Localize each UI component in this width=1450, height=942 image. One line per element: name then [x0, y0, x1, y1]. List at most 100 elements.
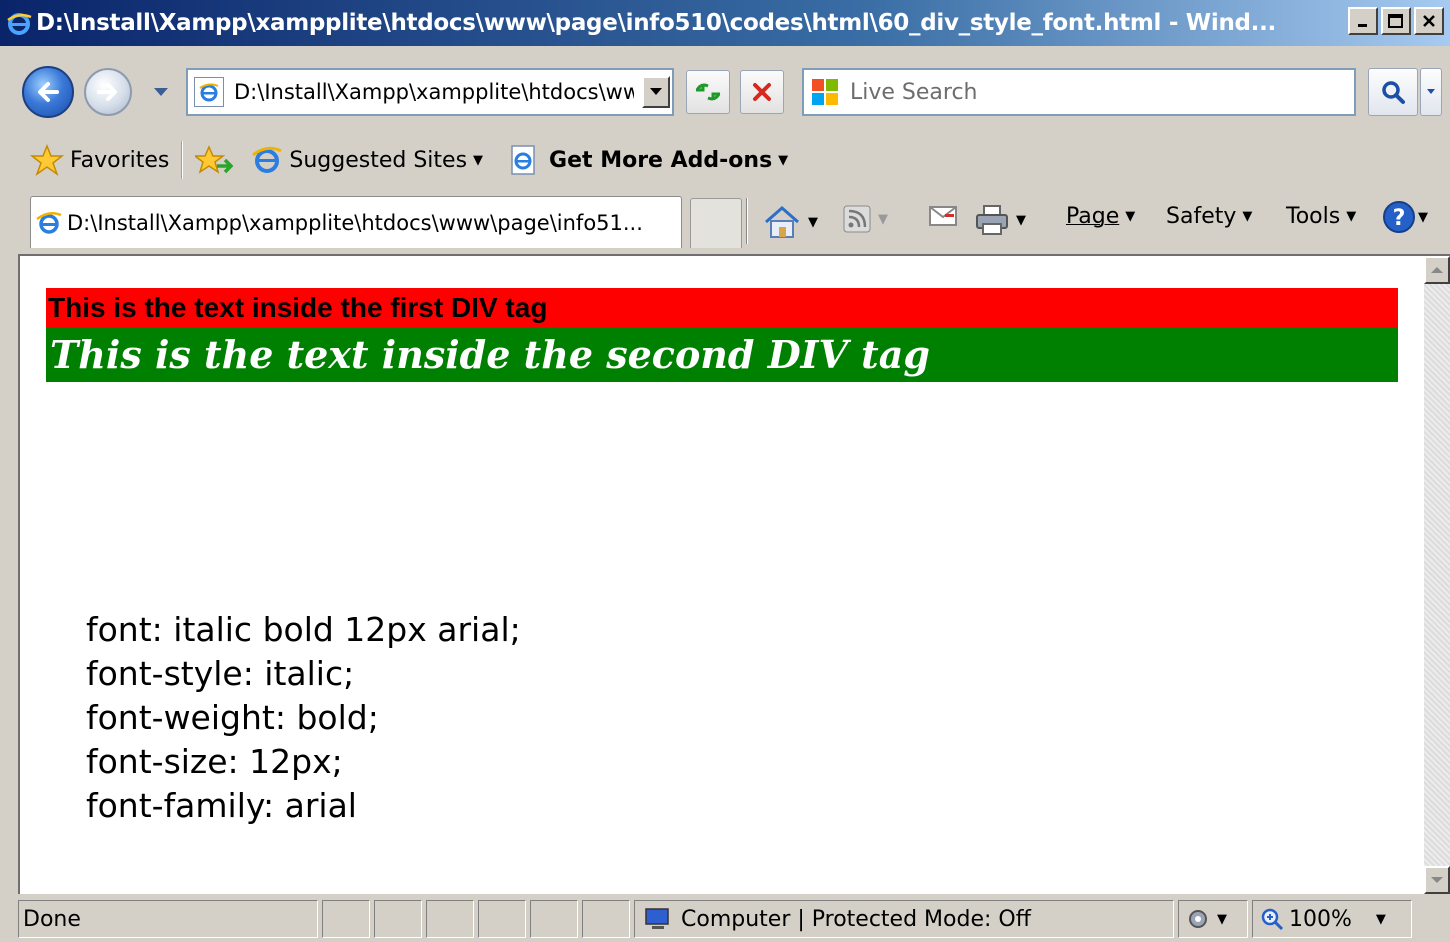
stop-icon [753, 83, 771, 101]
navigation-bar: D:\Install\Xampp\xampplite\htdocs\ww Liv… [0, 46, 1450, 134]
new-tab-button[interactable] [690, 198, 742, 248]
search-options-button[interactable] [1420, 68, 1442, 116]
scroll-up-button[interactable] [1424, 256, 1450, 284]
zoom-level: 100% [1289, 906, 1352, 932]
print-icon [976, 205, 1008, 235]
search-input[interactable]: Live Search [802, 68, 1356, 116]
chevron-down-icon: ▼ [1346, 209, 1357, 224]
chevron-down-icon [1431, 877, 1443, 883]
help-button[interactable]: ? ▼ [1382, 200, 1428, 234]
tools-menu[interactable]: Tools ▼ [1286, 204, 1356, 229]
close-icon [1423, 15, 1435, 27]
window-title: D:\Install\Xampp\xampplite\htdocs\www\pa… [36, 10, 1276, 36]
window-title-bar[interactable]: D:\Install\Xampp\xampplite\htdocs\www\pa… [0, 0, 1450, 46]
chevron-up-icon [1431, 267, 1443, 273]
forward-icon [97, 83, 117, 101]
page-icon [194, 77, 224, 107]
add-favorite-icon [195, 145, 234, 174]
status-pane [322, 900, 370, 938]
vertical-scrollbar[interactable] [1424, 256, 1450, 894]
suggested-sites-label: Suggested Sites [289, 147, 468, 173]
search-button[interactable] [1368, 68, 1418, 116]
back-icon [38, 82, 59, 102]
ie-icon [36, 211, 62, 234]
chevron-down-icon: ▼ [878, 211, 888, 227]
search-placeholder: Live Search [850, 79, 978, 105]
get-more-addons-button[interactable]: Get More Add-ons ▼ [509, 144, 788, 176]
second-div: This is the text inside the second DIV t… [46, 328, 1398, 382]
browser-tab[interactable]: D:\Install\Xampp\xampplite\htdocs\www\pa… [30, 196, 682, 248]
maximize-icon [1388, 14, 1403, 28]
favorites-star-icon [30, 144, 64, 176]
chevron-down-icon [650, 88, 662, 95]
chevron-down-icon: ▼ [808, 214, 818, 230]
status-pane [582, 900, 630, 938]
recent-pages-dropdown-icon[interactable] [152, 86, 170, 98]
address-bar[interactable]: D:\Install\Xampp\xampplite\htdocs\ww [186, 68, 674, 116]
favorites-bar: Favorites Suggested Sites ▼ Get More Add… [0, 134, 1450, 186]
chevron-down-icon: ▼ [778, 152, 789, 168]
separator [181, 141, 184, 179]
safety-menu[interactable]: Safety ▼ [1166, 204, 1252, 229]
feed-icon [843, 205, 871, 233]
chevron-down-icon: ▼ [1418, 209, 1428, 225]
safety-menu-label: Safety [1166, 204, 1237, 229]
page-menu[interactable]: Page ▼ [1066, 204, 1135, 229]
favorites-button[interactable]: Favorites [30, 144, 169, 176]
note-line: font-weight: bold; [86, 698, 379, 737]
home-button[interactable]: ▼ [762, 204, 818, 240]
chevron-down-icon: ▼ [1125, 209, 1136, 224]
maximize-button[interactable] [1381, 7, 1411, 35]
minimize-button[interactable] [1348, 7, 1378, 35]
first-div: This is the text inside the first DIV ta… [46, 288, 1398, 328]
help-icon: ? [1383, 201, 1415, 233]
search-icon [1382, 81, 1405, 104]
chevron-down-icon: ▼ [1242, 209, 1253, 224]
tab-command-bar: D:\Install\Xampp\xampplite\htdocs\www\pa… [0, 186, 1450, 254]
stop-button[interactable] [740, 70, 784, 114]
status-pane [374, 900, 422, 938]
manage-addons-button[interactable]: ▼ [1178, 900, 1248, 938]
refresh-icon [695, 83, 721, 101]
chevron-down-icon: ▼ [1016, 212, 1026, 228]
suggested-sites-button[interactable]: Suggested Sites ▼ [251, 144, 483, 176]
read-mail-button[interactable] [928, 204, 958, 228]
forward-button[interactable] [84, 68, 132, 116]
address-dropdown-button[interactable] [642, 76, 670, 108]
status-text: Done [18, 900, 318, 938]
page-viewport[interactable]: This is the text inside the first DIV ta… [18, 254, 1450, 894]
home-icon [765, 206, 799, 238]
feeds-button[interactable]: ▼ [842, 204, 888, 234]
add-to-favorites-bar-button[interactable] [195, 144, 234, 176]
address-text[interactable]: D:\Install\Xampp\xampplite\htdocs\ww [234, 80, 634, 104]
css-notes: font: italic bold 12px arial; font-style… [86, 608, 521, 828]
print-button[interactable]: ▼ [974, 204, 1026, 236]
refresh-button[interactable] [686, 70, 730, 114]
zoom-icon [1261, 908, 1284, 931]
close-button[interactable] [1414, 7, 1444, 35]
page-ie-icon [511, 145, 535, 175]
chevron-down-icon [1427, 89, 1435, 94]
chevron-down-icon: ▼ [1217, 911, 1227, 927]
scroll-down-button[interactable] [1424, 866, 1450, 894]
zoom-control[interactable]: 100% ▼ [1252, 900, 1412, 938]
get-more-addons-label: Get More Add-ons [549, 147, 773, 173]
favorites-label: Favorites [70, 147, 170, 173]
mail-icon [929, 206, 957, 226]
svg-text:?: ? [1393, 206, 1406, 231]
zone-status[interactable]: Computer | Protected Mode: Off [634, 900, 1174, 938]
status-bar: Done Computer | Protected Mode: Off ▼ 10… [0, 896, 1450, 942]
zone-label: Computer | Protected Mode: Off [681, 906, 1031, 932]
page-menu-label: Page [1066, 204, 1120, 229]
addons-gear-icon [1189, 910, 1207, 928]
note-line: font-style: italic; [86, 654, 355, 693]
tools-menu-label: Tools [1286, 204, 1341, 229]
minimize-icon [1358, 24, 1367, 27]
live-search-logo-icon [812, 79, 838, 105]
note-line: font-size: 12px; [86, 742, 343, 781]
status-pane [530, 900, 578, 938]
status-pane [426, 900, 474, 938]
tab-title: D:\Install\Xampp\xampplite\htdocs\www\pa… [67, 210, 643, 235]
separator [746, 198, 748, 244]
back-button[interactable] [22, 66, 74, 118]
